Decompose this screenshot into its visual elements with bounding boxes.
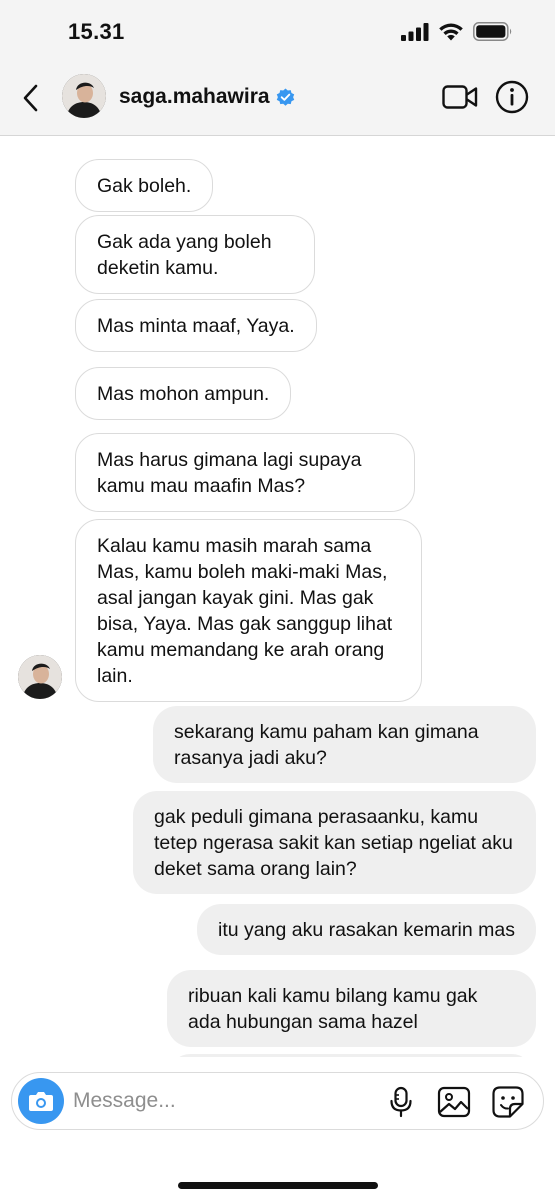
message-input[interactable]: [73, 1085, 373, 1117]
battery-icon: [473, 22, 512, 41]
sticker-icon[interactable]: [491, 1085, 525, 1119]
cellular-signal-icon: [401, 22, 429, 41]
camera-button[interactable]: [18, 1078, 64, 1124]
sender-avatar[interactable]: [18, 655, 62, 699]
message-bubble-outgoing-partial[interactable]: [170, 1054, 532, 1057]
status-bar: 15.31: [0, 0, 555, 62]
username-area[interactable]: saga.mahawira: [119, 85, 295, 109]
status-icons: [401, 22, 513, 41]
back-chevron-icon[interactable]: [18, 82, 44, 114]
username[interactable]: saga.mahawira: [119, 85, 270, 109]
message-bubble-outgoing[interactable]: ribuan kali kamu bilang kamu gak ada hub…: [167, 970, 536, 1047]
home-indicator[interactable]: [178, 1182, 378, 1189]
message-bubble-outgoing[interactable]: itu yang aku rasakan kemarin mas: [197, 904, 536, 955]
message-bubble-incoming[interactable]: Gak boleh.: [75, 159, 214, 212]
video-call-icon[interactable]: [442, 82, 478, 112]
message-bubble-incoming[interactable]: Kalau kamu masih marah sama Mas, kamu bo…: [75, 519, 422, 702]
message-bubble-outgoing[interactable]: sekarang kamu paham kan gimana rasanya j…: [153, 706, 536, 783]
message-bubble-incoming[interactable]: Gak ada yang boleh deketin kamu.: [75, 215, 315, 294]
message-composer: [11, 1072, 544, 1130]
camera-icon: [29, 1092, 53, 1111]
wifi-icon: [439, 23, 463, 41]
gallery-icon[interactable]: [437, 1085, 471, 1119]
message-bubble-incoming[interactable]: Mas minta maaf, Yaya.: [75, 299, 317, 352]
message-bubble-incoming[interactable]: Mas mohon ampun.: [75, 367, 292, 420]
message-bubble-outgoing[interactable]: gak peduli gimana perasaanku, kamu tetep…: [133, 791, 536, 894]
avatar[interactable]: [62, 74, 106, 118]
info-icon[interactable]: [495, 80, 529, 114]
microphone-icon[interactable]: [384, 1085, 418, 1119]
verified-badge-icon: [276, 87, 294, 106]
chat-header: saga.mahawira: [0, 62, 555, 136]
status-time: 15.31: [68, 19, 125, 44]
message-bubble-incoming[interactable]: Mas harus gimana lagi supaya kamu mau ma…: [75, 433, 415, 512]
message-thread[interactable]: Gak boleh. Gak ada yang boleh deketin ka…: [0, 137, 555, 1057]
